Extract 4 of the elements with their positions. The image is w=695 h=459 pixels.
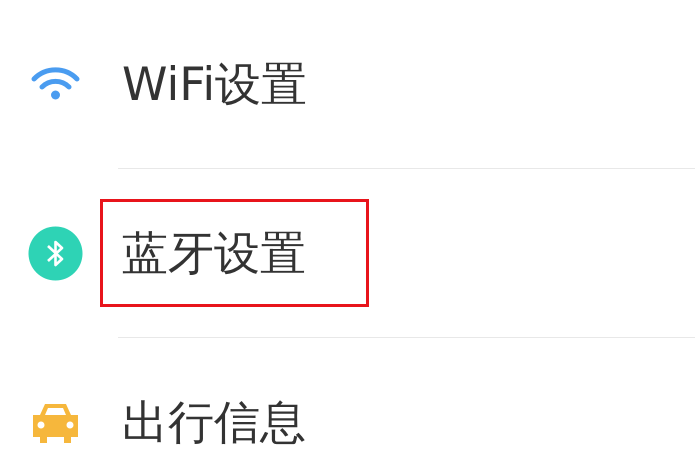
settings-item-label[interactable]: 蓝牙设置 xyxy=(100,199,369,307)
settings-item-label[interactable]: WiFi设置 xyxy=(100,30,370,138)
settings-item-label[interactable]: 出行信息 xyxy=(100,368,369,459)
bluetooth-icon xyxy=(28,226,83,280)
